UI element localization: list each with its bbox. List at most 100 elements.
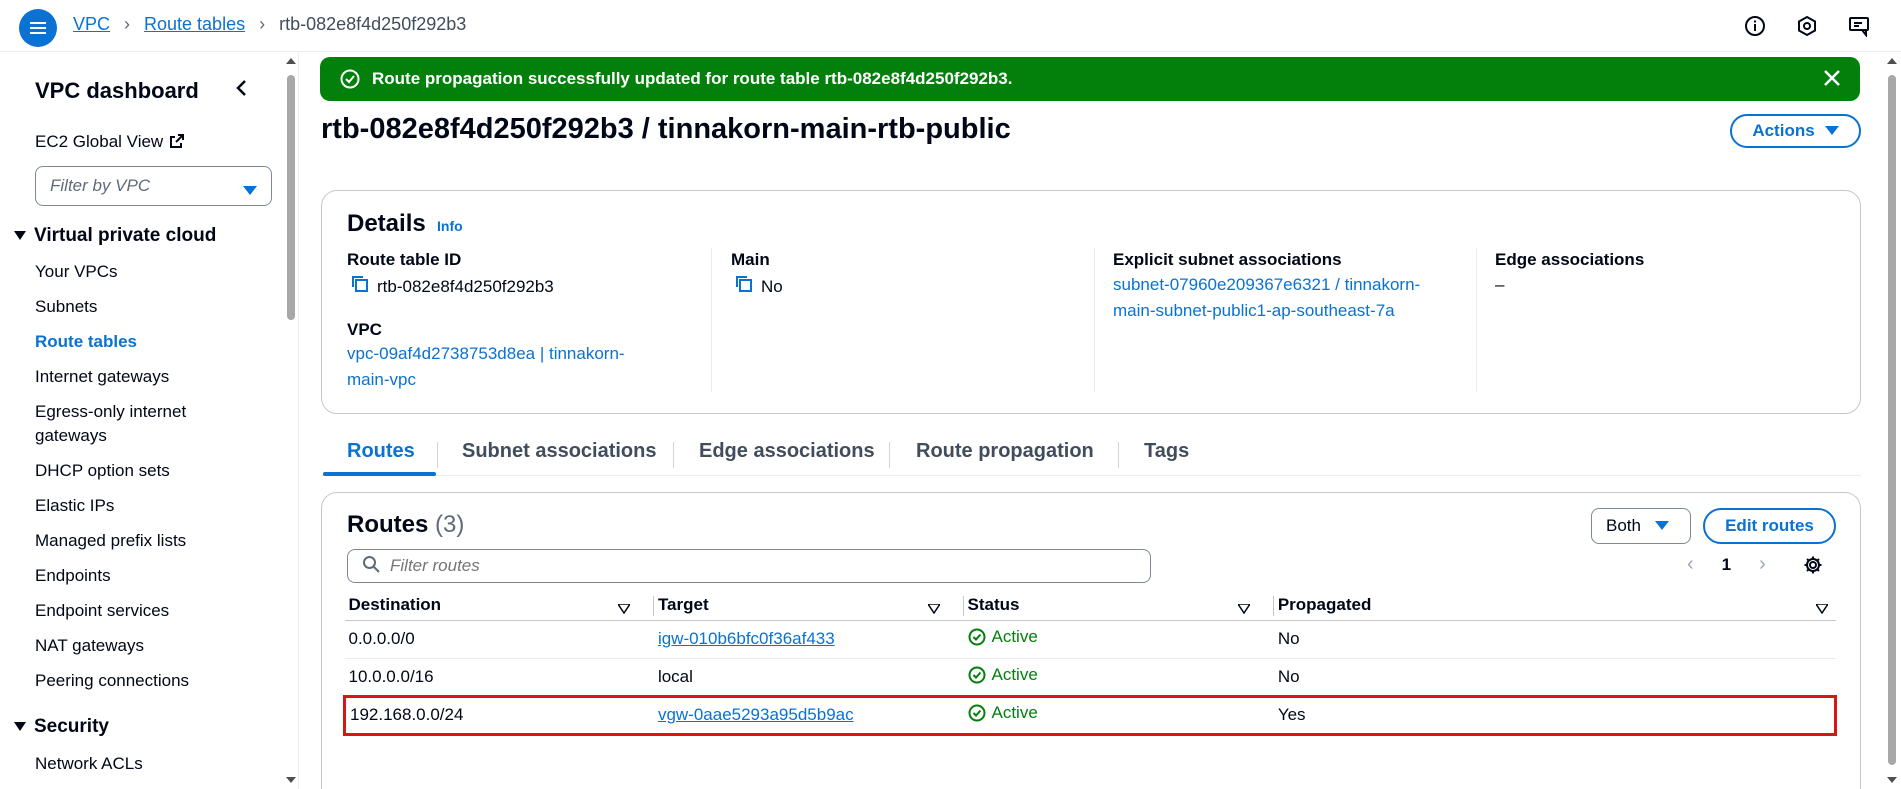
- previous-page-icon[interactable]: ‹: [1687, 553, 1694, 576]
- subnet-association-link[interactable]: subnet-07960e209367e6321 / tinnakorn- ma…: [1113, 272, 1420, 324]
- sidebar-item-network-acls[interactable]: Network ACLs: [35, 754, 143, 774]
- flash-message: Route propagation successfully updated f…: [372, 69, 1013, 88]
- tab-list: Routes Subnet associations Edge associat…: [321, 432, 1861, 476]
- feedback-icon[interactable]: [1847, 14, 1871, 38]
- chevron-left-icon[interactable]: [234, 78, 250, 103]
- vpc-link[interactable]: vpc-09af4d2738753d8ea | tinnakorn- main-…: [347, 341, 625, 393]
- vpc-label: VPC: [347, 320, 382, 339]
- sidebar-title: VPC dashboard: [35, 78, 199, 103]
- tab-routes[interactable]: Routes: [347, 440, 415, 463]
- success-check-icon: [340, 69, 360, 89]
- sort-caret-icon: [1814, 599, 1829, 619]
- route-filter-select[interactable]: Both: [1591, 508, 1691, 544]
- sidebar-item-egress-only-cont[interactable]: gateways: [35, 426, 107, 446]
- breadcrumb-vpc[interactable]: VPC: [73, 14, 110, 35]
- edit-routes-button[interactable]: Edit routes: [1703, 508, 1836, 544]
- sidebar-item-peering[interactable]: Peering connections: [35, 671, 189, 691]
- status-badge: Active: [968, 665, 1038, 685]
- top-navigation: VPC › Route tables › rtb-082e8f4d250f292…: [0, 0, 1901, 52]
- breadcrumb-route-tables[interactable]: Route tables: [144, 14, 245, 35]
- column-header-propagated[interactable]: Propagated: [1273, 590, 1836, 621]
- top-icons: [1743, 14, 1871, 38]
- route-table-id-label: Route table ID: [347, 250, 462, 269]
- target-link[interactable]: igw-010b6bfc0f36af433: [658, 629, 835, 648]
- table-row[interactable]: 0.0.0.0/0 igw-010b6bfc0f36af433 Active N…: [344, 620, 1836, 659]
- search-icon: [362, 555, 380, 578]
- copy-icon[interactable]: [735, 275, 753, 298]
- column-header-destination[interactable]: Destination: [344, 590, 654, 621]
- page-title: rtb-082e8f4d250f292b3 / tinnakorn-main-r…: [321, 113, 1011, 145]
- sort-caret-icon: [616, 599, 632, 619]
- tab-edge-associations[interactable]: Edge associations: [699, 440, 875, 463]
- chevron-right-icon: ›: [124, 14, 131, 34]
- breadcrumb-current: rtb-082e8f4d250f292b3: [279, 14, 467, 34]
- target-link[interactable]: vgw-0aae5293a95d5b9ac: [658, 705, 854, 724]
- sidebar-item-nat-gateways[interactable]: NAT gateways: [35, 636, 144, 656]
- pagination: ‹ 1 ›: [1687, 553, 1766, 576]
- success-check-icon: [968, 666, 985, 683]
- sidebar-item-endpoint-services[interactable]: Endpoint services: [35, 601, 169, 621]
- tab-subnet-associations[interactable]: Subnet associations: [462, 440, 657, 463]
- actions-button[interactable]: Actions: [1730, 114, 1861, 148]
- filter-routes-search[interactable]: [347, 549, 1151, 583]
- sidebar-item-subnets[interactable]: Subnets: [35, 297, 97, 317]
- security-hexagon-icon[interactable]: [1795, 14, 1819, 38]
- main-value: No: [735, 275, 783, 298]
- edge-associations-label: Edge associations: [1495, 250, 1645, 269]
- sidebar-item-prefix-lists[interactable]: Managed prefix lists: [35, 531, 186, 551]
- side-navigation: VPC dashboard EC2 Global View Filter by …: [0, 53, 282, 789]
- sidebar-item-egress-only[interactable]: Egress-only internet: [35, 402, 186, 422]
- main-label: Main: [731, 250, 770, 269]
- column-header-target[interactable]: Target: [653, 590, 964, 621]
- edge-associations-value: –: [1495, 275, 1505, 294]
- caret-down-icon: [243, 181, 257, 201]
- route-table-id-value: rtb-082e8f4d250f292b3: [351, 275, 554, 298]
- info-link[interactable]: Info: [437, 218, 463, 234]
- details-panel: Details Info Route table ID rtb-082e8f4d…: [321, 190, 1861, 414]
- sidebar-item-route-tables[interactable]: Route tables: [35, 332, 137, 352]
- sort-caret-icon: [926, 599, 941, 619]
- tab-tags[interactable]: Tags: [1144, 440, 1189, 463]
- filter-by-vpc-select[interactable]: Filter by VPC: [35, 166, 272, 206]
- next-page-icon[interactable]: ›: [1759, 553, 1766, 576]
- sidebar-item-endpoints[interactable]: Endpoints: [35, 566, 111, 586]
- status-badge: Active: [968, 703, 1038, 723]
- sidebar-item-dhcp[interactable]: DHCP option sets: [35, 461, 170, 481]
- caret-down-icon: [14, 231, 26, 240]
- search-input[interactable]: [390, 556, 1090, 576]
- status-badge: Active: [968, 627, 1038, 647]
- success-check-icon: [968, 628, 985, 646]
- settings-gear-icon[interactable]: [1803, 555, 1823, 580]
- routes-table: Destination Target Status Propagated 0.0…: [342, 590, 1837, 736]
- breadcrumb: VPC › Route tables › rtb-082e8f4d250f292…: [73, 14, 466, 35]
- sidebar-item-internet-gateways[interactable]: Internet gateways: [35, 367, 169, 387]
- column-header-status[interactable]: Status: [963, 590, 1274, 621]
- sidebar-item-your-vpcs[interactable]: Your VPCs: [35, 262, 118, 282]
- main-scrollbar[interactable]: [1885, 55, 1899, 789]
- tab-route-propagation[interactable]: Route propagation: [916, 440, 1094, 463]
- caret-down-icon: [1824, 126, 1839, 135]
- sidebar-scrollbar[interactable]: [284, 55, 297, 789]
- table-row-highlighted[interactable]: 192.168.0.0/24 vgw-0aae5293a95d5b9ac Act…: [342, 694, 1837, 736]
- sidebar-section-security[interactable]: Security: [14, 716, 109, 738]
- current-page[interactable]: 1: [1722, 555, 1731, 575]
- close-icon[interactable]: [1822, 68, 1842, 93]
- sidebar-item-ec2-global-view[interactable]: EC2 Global View: [35, 132, 185, 154]
- table-row[interactable]: 10.0.0.0/16 local Active No: [344, 658, 1836, 697]
- sidebar-item-elastic-ips[interactable]: Elastic IPs: [35, 496, 114, 516]
- menu-icon[interactable]: [19, 9, 57, 47]
- success-flashbar: Route propagation successfully updated f…: [320, 57, 1860, 101]
- caret-down-icon: [14, 722, 26, 731]
- caret-down-icon: [1654, 521, 1669, 530]
- routes-panel: Routes (3) Both Edit routes ‹ 1 › Destin…: [321, 492, 1861, 789]
- chevron-right-icon: ›: [259, 14, 266, 34]
- success-check-icon: [968, 704, 985, 722]
- info-icon[interactable]: [1743, 14, 1767, 38]
- sort-caret-icon: [1236, 599, 1252, 619]
- sidebar-section-vpc[interactable]: Virtual private cloud: [14, 225, 216, 247]
- details-heading: Details: [347, 210, 426, 237]
- external-link-icon: [169, 133, 185, 154]
- copy-icon[interactable]: [351, 275, 369, 298]
- subnet-associations-label: Explicit subnet associations: [1113, 250, 1342, 269]
- routes-heading: Routes (3): [347, 511, 465, 538]
